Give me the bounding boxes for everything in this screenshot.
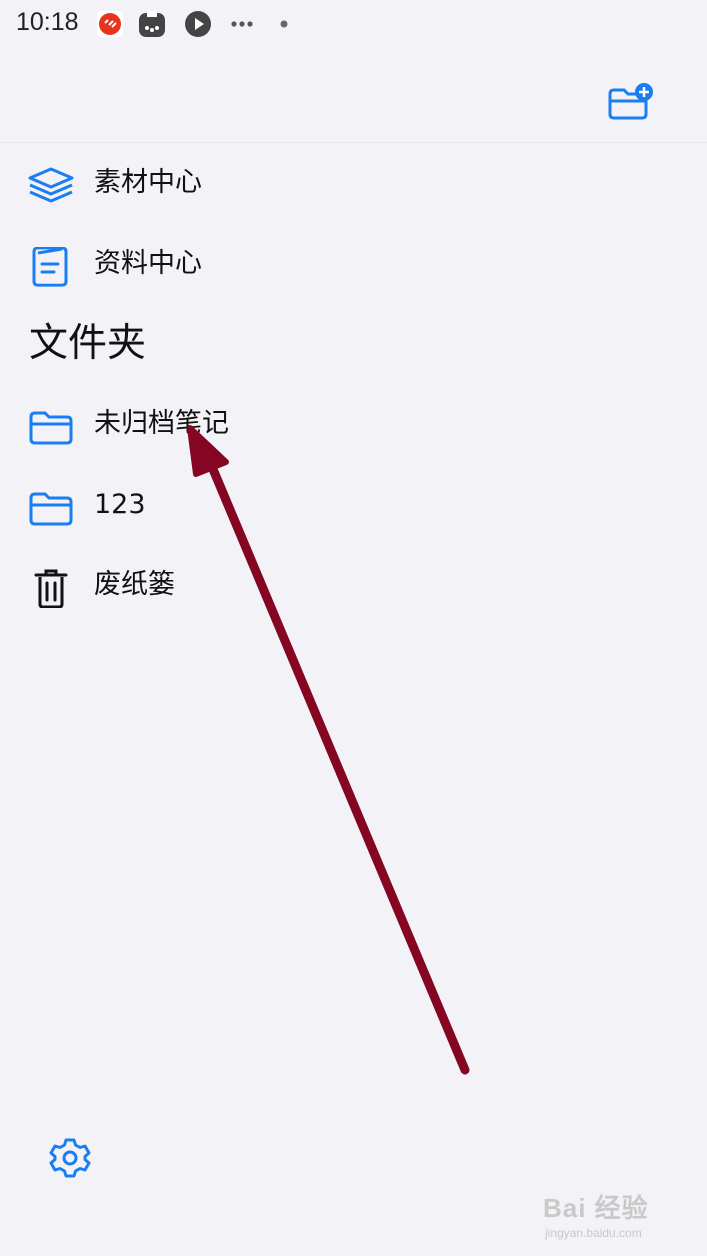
folder-item-label: 123 [94,489,146,520]
folder-item-label: 未归档笔记 [94,408,229,439]
new-folder-button[interactable] [606,82,656,124]
folders-section-title: 文件夹 [29,321,147,366]
dot-icon [280,20,288,28]
nav-item-label: 资料中心 [94,248,202,279]
layers-icon [28,167,74,203]
settings-button[interactable] [48,1136,92,1180]
folder-plus-icon [608,83,653,120]
header-divider [0,142,707,143]
folder-icon [29,492,73,526]
folder-item-label: 废纸篓 [94,569,175,600]
folder-icon [29,411,73,445]
more-dots-icon [231,21,253,27]
trash-icon [34,569,68,608]
folder-item-123[interactable]: 123 [0,474,707,536]
gear-icon [49,1138,91,1178]
watermark-text: Bai 经验 [543,1193,649,1223]
nav-item-document-center[interactable]: 资料中心 [0,233,707,295]
app-icon-game [139,11,165,37]
status-bar: 10:18 [0,0,707,50]
top-toolbar [0,50,707,142]
nav-item-material-center[interactable]: 素材中心 [0,152,707,214]
folder-item-unarchived-notes[interactable]: 未归档笔记 [0,393,707,455]
watermark-url: jingyan.baidu.com [545,1226,642,1240]
status-time: 10:18 [16,8,79,36]
document-icon [32,247,68,287]
nav-item-label: 素材中心 [94,167,202,198]
folder-item-trash[interactable]: 废纸篓 [0,554,707,616]
app-icon-play [185,11,211,37]
app-icon-red [97,11,123,37]
